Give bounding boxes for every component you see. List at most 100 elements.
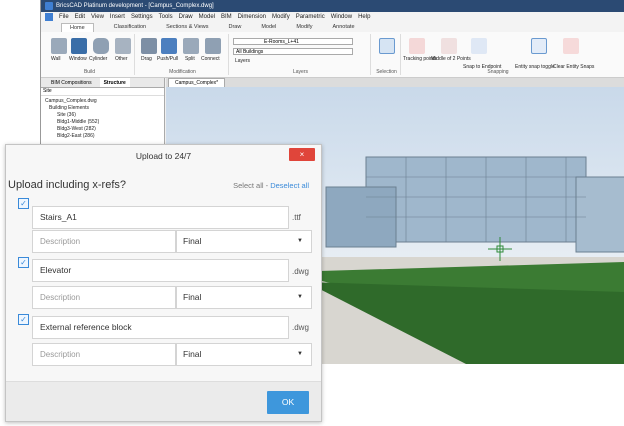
item-extension: .dwg	[292, 323, 309, 332]
menu-draw[interactable]: Draw	[179, 14, 193, 20]
cylinder-button-label: Cylinder	[89, 56, 108, 62]
drag-icon[interactable]	[141, 38, 157, 54]
close-button[interactable]: ×	[289, 148, 315, 161]
tree-item[interactable]: Bldg3-West (282)	[45, 126, 164, 133]
dialog-heading: Upload including x-refs?	[8, 179, 127, 191]
group-modification-label: Modification	[169, 69, 196, 75]
ribbon: Wall Window Cylinder Other Build Drag Pu…	[41, 32, 624, 78]
ribbon-tabs: Home Classification Sections & Views Dra…	[41, 22, 624, 32]
menu-file[interactable]: File	[59, 14, 69, 20]
app-menu-icon[interactable]	[45, 13, 53, 21]
connect-icon[interactable]	[205, 38, 221, 54]
description-field[interactable]: Description	[32, 230, 176, 253]
dialog-footer: OK	[6, 381, 321, 421]
building-combo[interactable]: All Buildings	[233, 48, 353, 55]
tree-item[interactable]: Campus_Complex.dwg	[45, 98, 164, 105]
wall-button-label: Wall	[51, 56, 61, 62]
panel-tabs: BIM Compositions Structure	[41, 78, 164, 88]
layer-combo[interactable]: E-Rooms_L+41	[233, 38, 353, 45]
group-snapping-label: Snapping	[487, 69, 509, 75]
tab-home[interactable]: Home	[61, 22, 94, 32]
cylinder-icon[interactable]	[93, 38, 109, 54]
tab-modify[interactable]: Modify	[296, 24, 312, 30]
checkmark-icon: ✓	[20, 199, 27, 208]
middle-two-points-label: Middle of 2 Points	[431, 56, 471, 62]
tab-structure[interactable]: Structure	[99, 78, 130, 87]
tab-annotate[interactable]: Annotate	[333, 24, 355, 30]
window-button-label: Window	[69, 56, 87, 62]
item-name-field[interactable]: Elevator	[32, 259, 289, 282]
menu-help[interactable]: Help	[358, 14, 370, 20]
item-extension: .ttf	[292, 213, 301, 222]
entity-snap-toggle-icon[interactable]	[531, 38, 547, 54]
item-name-field[interactable]: External reference block	[32, 316, 289, 339]
select-all-link[interactable]: Select all	[233, 181, 263, 190]
menu-settings[interactable]: Settings	[131, 14, 153, 20]
push-pull-icon[interactable]	[161, 38, 177, 54]
status-select[interactable]: Final ▼	[176, 230, 312, 253]
document-tab[interactable]: Campus_Complex*	[168, 78, 226, 87]
document-tabs: Campus_Complex*	[166, 78, 624, 87]
bricscad-logo-icon	[45, 2, 53, 10]
menu-bim[interactable]: BIM	[221, 14, 232, 20]
wall-icon[interactable]	[51, 38, 67, 54]
item-checkbox-elevator[interactable]: ✓	[18, 257, 29, 268]
tab-bim-compositions[interactable]: BIM Compositions	[47, 78, 96, 87]
menu-window[interactable]: Window	[331, 14, 352, 20]
tab-model[interactable]: Model	[261, 24, 276, 30]
tab-draw[interactable]: Draw	[228, 24, 241, 30]
ok-button[interactable]: OK	[267, 391, 309, 414]
tree-item[interactable]: Bldg2-East (286)	[45, 133, 164, 140]
status-value: Final	[183, 349, 202, 359]
tree-item[interactable]: Bldg1-Middle (552)	[45, 119, 164, 126]
menu-model[interactable]: Model	[199, 14, 215, 20]
tracking-points-icon[interactable]	[409, 38, 425, 54]
group-build: Wall Window Cylinder Other Build	[45, 34, 135, 75]
deselect-all-link[interactable]: Deselect all	[270, 181, 309, 190]
status-value: Final	[183, 236, 202, 246]
menu-view[interactable]: View	[91, 14, 104, 20]
snap-to-endpoint-icon[interactable]	[471, 38, 487, 54]
dropdown-arrow-icon: ▼	[297, 238, 303, 244]
group-layers-label: Layers	[292, 69, 308, 75]
item-extension: .dwg	[292, 267, 309, 276]
tree-item[interactable]: Site (36)	[45, 112, 164, 119]
clear-entity-snaps-icon[interactable]	[563, 38, 579, 54]
tab-sections-views[interactable]: Sections & Views	[166, 24, 208, 30]
item-checkbox-external-reference[interactable]: ✓	[18, 314, 29, 325]
layers-button-label: Layers	[235, 58, 251, 64]
tab-classification[interactable]: Classification	[114, 24, 146, 30]
middle-of-two-points-icon[interactable]	[441, 38, 457, 54]
other-icon[interactable]	[115, 38, 131, 54]
menu-parametric[interactable]: Parametric	[296, 14, 325, 20]
menu-tools[interactable]: Tools	[159, 14, 173, 20]
menu-edit[interactable]: Edit	[75, 14, 85, 20]
description-field[interactable]: Description	[32, 286, 176, 309]
menu-insert[interactable]: Insert	[110, 14, 125, 20]
push-pull-button-label: Push/Pull	[157, 56, 179, 62]
dropdown-arrow-icon: ▼	[297, 351, 303, 357]
tree-item[interactable]: Building Elements	[45, 105, 164, 112]
structure-tree: Campus_Complex.dwg Building Elements Sit…	[41, 96, 164, 140]
item-checkbox-stairs[interactable]: ✓	[18, 198, 29, 209]
menu-dimension[interactable]: Dimension	[238, 14, 266, 20]
checkmark-icon: ✓	[20, 315, 27, 324]
description-field[interactable]: Description	[32, 343, 176, 366]
window-title: BricsCAD Platinum development - [Campus_…	[56, 3, 214, 9]
item-name-field[interactable]: Stairs_A1	[32, 206, 289, 229]
dialog-title-text: Upload to 24/7	[135, 151, 192, 161]
window-icon[interactable]	[71, 38, 87, 54]
dialog-title: Upload to 24/7 ×	[6, 145, 321, 168]
status-select[interactable]: Final ▼	[176, 286, 312, 309]
drag-button-label: Drag	[141, 56, 152, 62]
selection-icon[interactable]	[379, 38, 395, 54]
other-button-label: Other	[115, 56, 128, 62]
menu-modify[interactable]: Modify	[272, 14, 290, 20]
checkmark-icon: ✓	[20, 258, 27, 267]
menu-bar: File Edit View Insert Settings Tools Dra…	[41, 12, 624, 22]
group-build-label: Build	[83, 69, 96, 75]
group-selection-label: Selection	[376, 69, 397, 75]
site-selector[interactable]: Site	[41, 88, 164, 96]
status-select[interactable]: Final ▼	[176, 343, 312, 366]
split-icon[interactable]	[183, 38, 199, 54]
